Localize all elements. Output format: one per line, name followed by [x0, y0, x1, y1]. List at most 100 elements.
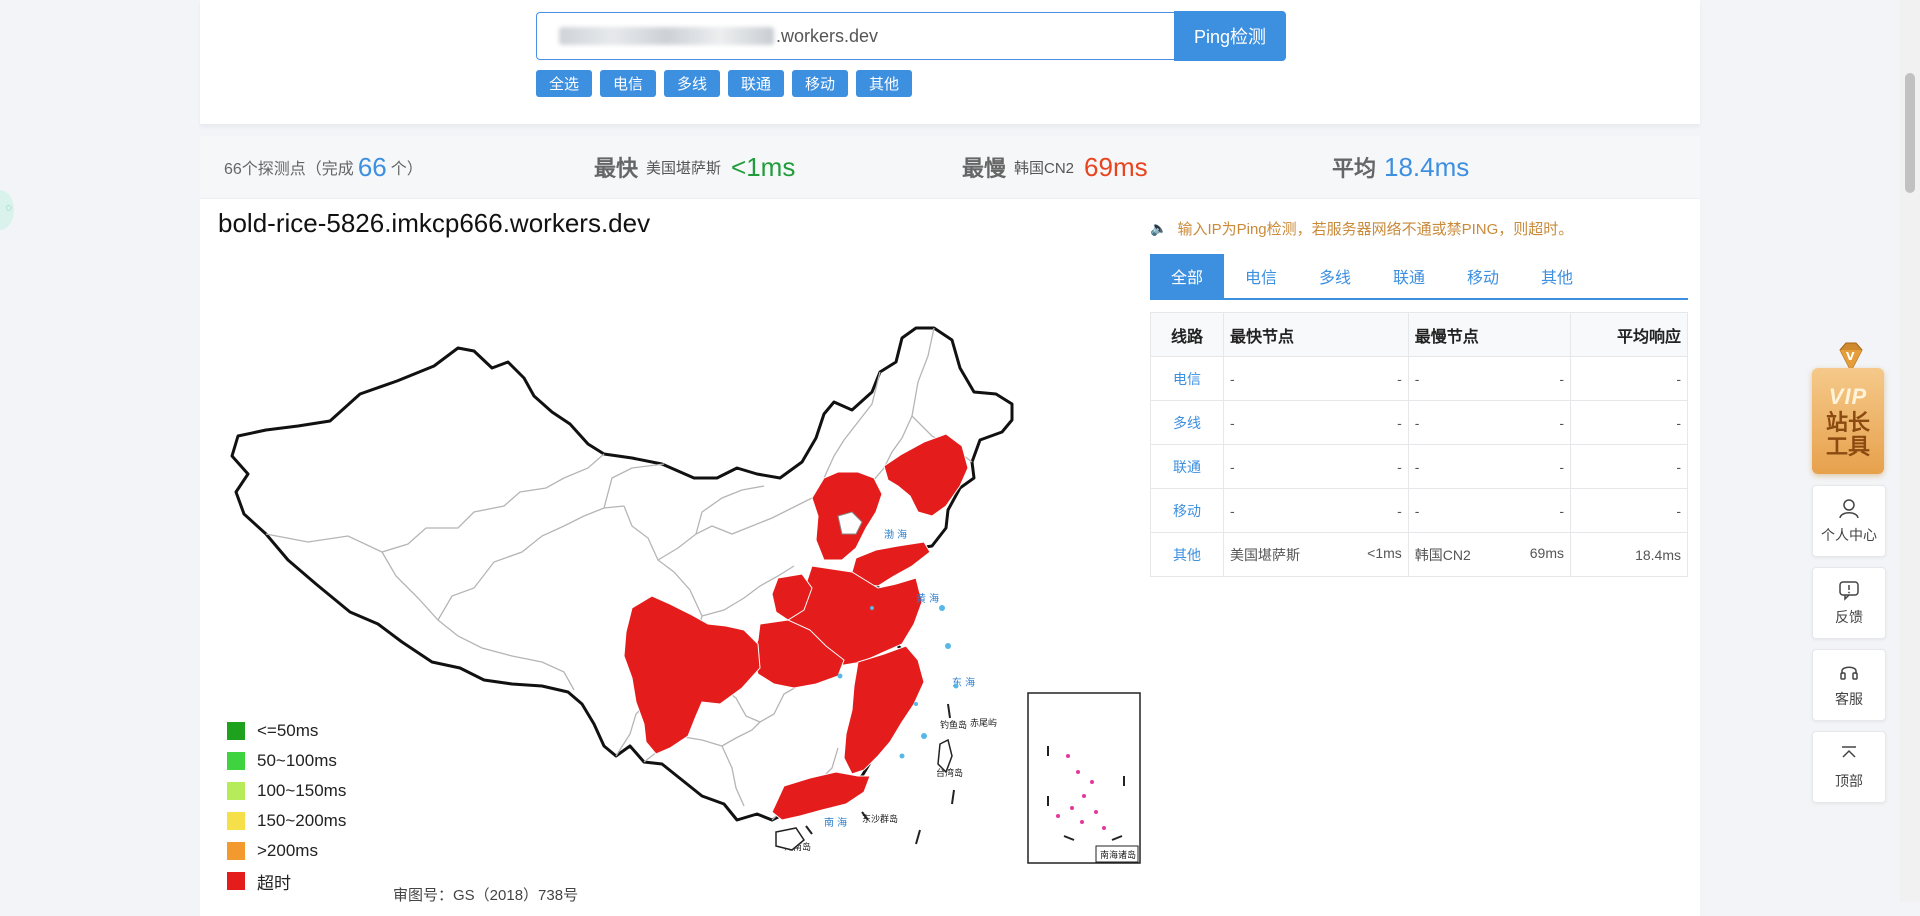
- latency-legend: <=50ms 50~100ms 100~150ms 150~200ms >200…: [227, 716, 346, 896]
- vip-sub-1: 站长: [1825, 410, 1870, 435]
- header-avg: 平均响应: [1570, 312, 1688, 357]
- row-slow: --: [1407, 444, 1572, 489]
- host-input[interactable]: .workers.dev: [536, 12, 1174, 60]
- slow-value: -: [1559, 502, 1564, 519]
- tab-telecom[interactable]: 电信: [1224, 254, 1298, 298]
- legend-label: 50~100ms: [257, 751, 337, 770]
- user-icon: [1839, 499, 1859, 519]
- label-bohai: 渤 海: [884, 528, 907, 541]
- legend-swatch: [227, 782, 245, 800]
- filter-telecom-button[interactable]: 电信: [600, 70, 656, 97]
- back-to-top-button[interactable]: 顶部: [1812, 731, 1886, 803]
- row-line-link[interactable]: 移动: [1150, 488, 1224, 533]
- ping-button[interactable]: Ping检测: [1174, 11, 1286, 61]
- table-row: 电信 -- -- -: [1150, 356, 1688, 401]
- filter-tags: 全选 电信 多线 联通 移动 其他: [536, 70, 912, 97]
- slowest-value: 69ms: [1084, 151, 1148, 182]
- filter-unicom-button[interactable]: 联通: [728, 70, 784, 97]
- header-fast: 最快节点: [1223, 312, 1409, 357]
- legend-swatch: [227, 752, 245, 770]
- row-fast: 美国堪萨斯 <1ms: [1223, 532, 1409, 577]
- table-row: 其他 美国堪萨斯 <1ms 韩国CN2 69ms 18.4ms: [1150, 532, 1688, 577]
- row-slow: --: [1407, 356, 1572, 401]
- slow-node: -: [1414, 370, 1420, 387]
- left-float-widget[interactable]: ◌: [0, 190, 14, 230]
- filter-mobile-button[interactable]: 移动: [792, 70, 848, 97]
- back-to-top-label: 顶部: [1835, 773, 1863, 789]
- row-slow: --: [1407, 488, 1572, 533]
- host-input-suffix: .workers.dev: [776, 25, 879, 46]
- average-stat: 平均 18.4ms: [1332, 136, 1469, 198]
- slow-node: -: [1414, 502, 1420, 519]
- customer-service-label: 客服: [1835, 691, 1863, 707]
- vip-tools-badge[interactable]: V VIP 站长 工具: [1812, 340, 1884, 475]
- row-avg: -: [1570, 400, 1688, 445]
- row-fast: --: [1223, 444, 1409, 489]
- legend-item: 超时: [227, 866, 346, 896]
- feedback-button[interactable]: 反馈: [1812, 567, 1886, 639]
- slow-node: 韩国CN2: [1414, 546, 1471, 563]
- row-slow: 韩国CN2 69ms: [1407, 532, 1572, 577]
- filter-multiline-button[interactable]: 多线: [664, 70, 720, 97]
- route-table: 线路 最快节点 最慢节点 平均响应 电信 -- -- - 多线 -- -- - …: [1150, 312, 1688, 577]
- legend-label: 超时: [257, 873, 291, 893]
- tab-multiline[interactable]: 多线: [1298, 254, 1372, 298]
- china-ping-map: 渤 海 黄 海 东 海 南 海 台湾岛 海南岛 钓鱼岛 赤尾屿 东沙群岛 南海诸…: [230, 326, 1141, 864]
- legend-label: 100~150ms: [257, 781, 347, 800]
- row-line-link[interactable]: 多线: [1150, 400, 1224, 445]
- vip-sub-2: 工具: [1825, 434, 1870, 459]
- legend-swatch: [227, 722, 245, 740]
- tab-mobile[interactable]: 移动: [1446, 254, 1520, 298]
- probe-completed-count: 66: [357, 151, 387, 182]
- row-line-link[interactable]: 其他: [1150, 532, 1224, 577]
- notice-text: 输入IP为Ping检测，若服务器网络不通或禁PING，则超时。: [1177, 221, 1574, 238]
- tab-all[interactable]: 全部: [1150, 254, 1224, 298]
- fast-value: -: [1397, 370, 1402, 387]
- filter-other-button[interactable]: 其他: [856, 70, 912, 97]
- row-avg: -: [1570, 356, 1688, 401]
- customer-service-button[interactable]: 客服: [1812, 649, 1886, 721]
- row-avg: 18.4ms: [1570, 532, 1688, 577]
- slow-value: -: [1559, 370, 1564, 387]
- tab-unicom[interactable]: 联通: [1372, 254, 1446, 298]
- row-line-link[interactable]: 联通: [1150, 444, 1224, 489]
- label-huanghai: 黄 海: [916, 592, 939, 605]
- fastest-location: 美国堪萨斯: [646, 159, 722, 177]
- table-row: 多线 -- -- -: [1150, 400, 1688, 445]
- page-scrollbar[interactable]: [1900, 0, 1920, 902]
- headset-icon: [1840, 666, 1858, 680]
- slow-value: -: [1559, 458, 1564, 475]
- vip-box: VIP 站长 工具: [1812, 368, 1884, 474]
- fastest-value: <1ms: [731, 151, 796, 182]
- row-fast: --: [1223, 356, 1409, 401]
- fast-node: -: [1230, 414, 1235, 431]
- row-fast: --: [1223, 488, 1409, 533]
- line-tabs: 全部 电信 多线 联通 移动 其他: [1150, 254, 1688, 300]
- ping-search: .workers.dev Ping检测: [536, 11, 1286, 62]
- south-sea-inset: 南海诸岛: [1027, 692, 1141, 864]
- slowest-stat: 最慢 韩国CN2 69ms: [962, 136, 1148, 198]
- average-title: 平均: [1332, 156, 1377, 181]
- row-line-link[interactable]: 电信: [1150, 356, 1224, 401]
- label-nanhai: 南 海: [824, 816, 847, 829]
- fast-node: -: [1230, 458, 1235, 475]
- table-header-row: 线路 最快节点 最慢节点 平均响应: [1150, 312, 1688, 357]
- user-center-button[interactable]: 个人中心: [1812, 485, 1886, 557]
- filter-all-button[interactable]: 全选: [536, 70, 592, 97]
- table-row: 联通 -- -- -: [1150, 444, 1688, 489]
- legend-label: <=50ms: [257, 721, 319, 740]
- probe-count-suffix: 个）: [390, 161, 423, 178]
- search-card: .workers.dev Ping检测 全选 电信 多线 联通 移动 其他: [200, 0, 1700, 125]
- row-avg: -: [1570, 488, 1688, 533]
- scrollbar-thumb[interactable]: [1905, 73, 1915, 193]
- user-center-label: 个人中心: [1821, 527, 1877, 543]
- legend-label: 150~200ms: [257, 811, 347, 830]
- slowest-title: 最慢: [962, 156, 1007, 181]
- table-row: 移动 -- -- -: [1150, 488, 1688, 533]
- gem-letter: V: [1846, 350, 1855, 363]
- tab-other[interactable]: 其他: [1520, 254, 1594, 298]
- redacted-host-prefix: [559, 27, 774, 45]
- fast-value: <1ms: [1367, 544, 1402, 561]
- legend-swatch: [227, 842, 245, 860]
- ping-notice: 🔈 输入IP为Ping检测，若服务器网络不通或禁PING，则超时。: [1150, 218, 1573, 239]
